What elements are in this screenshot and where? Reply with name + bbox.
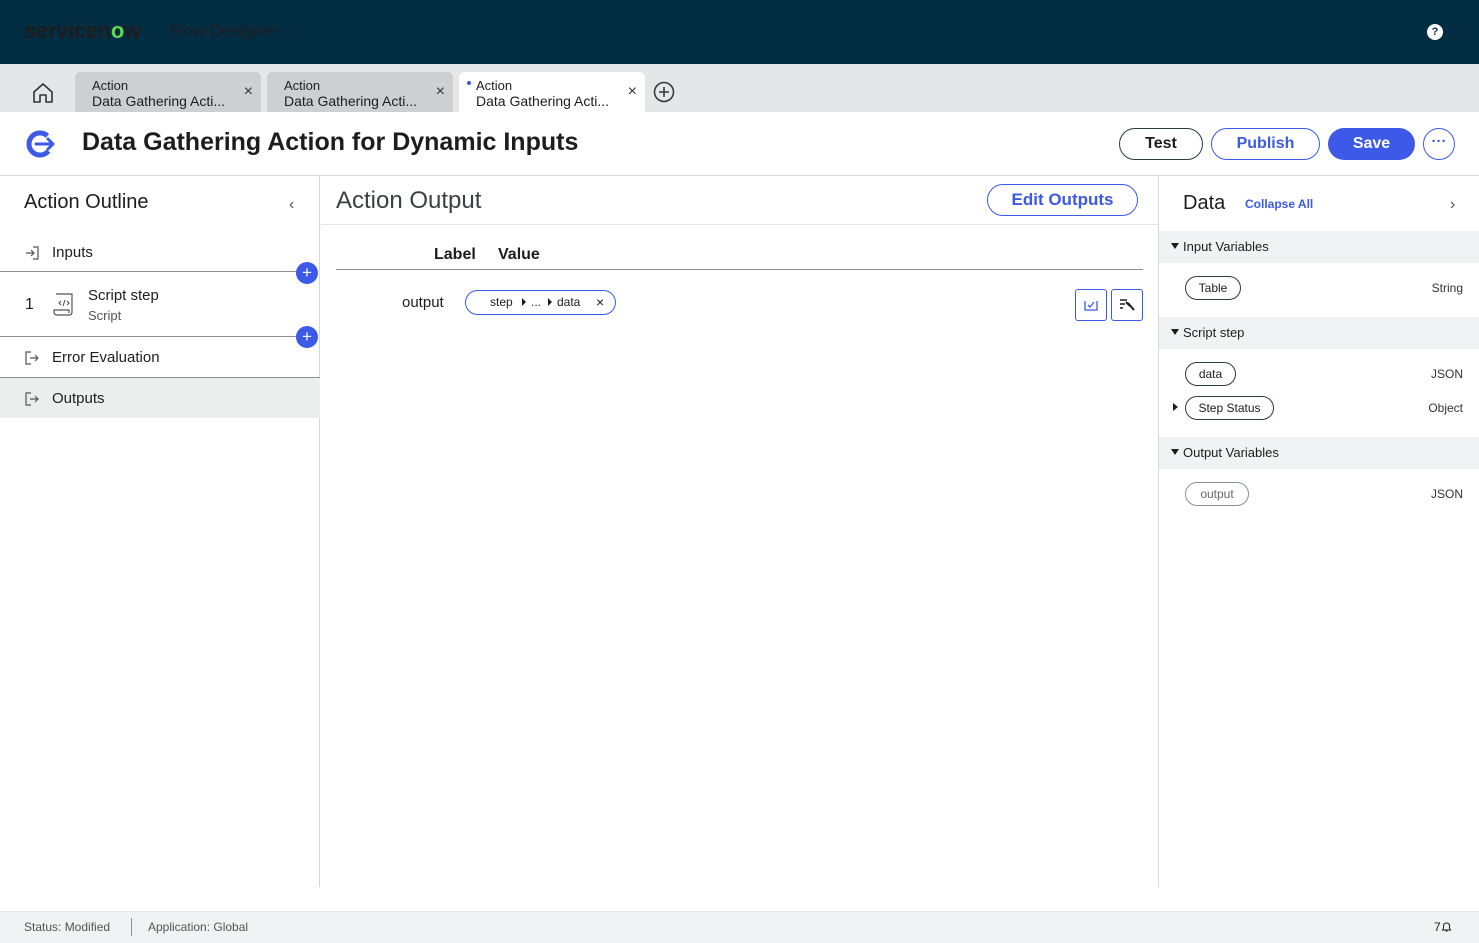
column-header-label: Label: [434, 246, 476, 263]
collapse-left-icon[interactable]: ‹: [289, 196, 294, 214]
tab-title: Data Gathering Acti...: [476, 93, 610, 109]
notification-count: 7: [1434, 920, 1441, 934]
script-icon: [1084, 301, 1098, 311]
data-type: String: [1431, 281, 1463, 295]
step-type-label: Script: [88, 308, 122, 323]
edit-outputs-button[interactable]: Edit Outputs: [987, 184, 1138, 216]
remove-pill-icon[interactable]: ×: [596, 294, 604, 310]
pill-picker-icon: [1120, 299, 1135, 311]
output-value-pill[interactable]: step ... data ×: [465, 290, 616, 315]
divider: [336, 269, 1143, 270]
back-arrow-icon[interactable]: [26, 130, 56, 158]
close-tab-icon[interactable]: ×: [244, 84, 253, 100]
help-icon[interactable]: ?: [1427, 24, 1443, 40]
outline-item-inputs[interactable]: Inputs: [52, 244, 93, 261]
collapse-right-icon[interactable]: ›: [1450, 196, 1455, 214]
divider: [131, 918, 132, 936]
section-output-variables[interactable]: Output Variables: [1159, 437, 1479, 469]
divider: [0, 271, 306, 272]
section-input-variables[interactable]: Input Variables: [1159, 231, 1479, 263]
divider: [321, 224, 1158, 225]
data-pill-data[interactable]: data: [1185, 362, 1236, 386]
tab-type: Action: [92, 78, 129, 93]
action-outline-panel: [0, 176, 320, 887]
tab-title: Data Gathering Acti...: [284, 93, 418, 109]
chevron-right-icon: [522, 298, 526, 306]
tab-type: Action: [284, 78, 321, 93]
chevron-right-icon: [548, 298, 552, 306]
script-toggle-button[interactable]: [1075, 289, 1107, 321]
data-type: Object: [1428, 401, 1463, 415]
application-text: Application: Global: [148, 920, 249, 934]
outline-title: Action Outline: [24, 191, 149, 213]
section-label: Output Variables: [1183, 445, 1279, 460]
bell-icon: [1441, 922, 1452, 932]
outline-item-outputs-row[interactable]: [0, 378, 320, 418]
error-evaluation-icon: [25, 351, 39, 365]
data-pill-output[interactable]: output: [1185, 482, 1249, 506]
step-number: 1: [25, 296, 34, 313]
tab-action-3-active[interactable]: Action Data Gathering Acti... ×: [459, 72, 645, 112]
tab-type: Action: [476, 78, 513, 93]
section-label: Script step: [1183, 325, 1245, 340]
add-step-button[interactable]: +: [296, 262, 318, 284]
action-output-title: Action Output: [336, 187, 482, 214]
add-step-button[interactable]: +: [296, 326, 318, 348]
tab-title: Data Gathering Acti...: [92, 93, 226, 109]
more-options-icon[interactable]: ···: [1423, 128, 1455, 160]
caret-down-icon: [1171, 329, 1179, 335]
caret-right-icon[interactable]: [1173, 403, 1178, 411]
outputs-icon: [25, 392, 39, 406]
product-name: Flow Designer: [169, 21, 278, 40]
servicenow-logo: servicenow: [24, 18, 141, 43]
data-type: JSON: [1430, 487, 1463, 501]
script-step-icon: [53, 293, 73, 316]
test-button[interactable]: Test: [1119, 128, 1203, 160]
save-button[interactable]: Save: [1328, 128, 1415, 160]
caret-down-icon: [1171, 243, 1179, 249]
divider: [0, 336, 306, 337]
section-label: Input Variables: [1183, 239, 1269, 254]
pill-segment: ...: [531, 295, 542, 309]
outline-item-outputs[interactable]: Outputs: [52, 390, 105, 407]
close-tab-icon[interactable]: ×: [436, 84, 445, 100]
page-title: Data Gathering Action for Dynamic Inputs: [82, 128, 579, 156]
home-icon[interactable]: [30, 80, 56, 106]
output-row-label: output: [402, 294, 444, 311]
column-header-value: Value: [498, 246, 540, 263]
data-pill-step-status[interactable]: Step Status: [1185, 396, 1274, 420]
close-tab-icon[interactable]: ×: [628, 84, 637, 100]
status-text: Status: Modified: [24, 920, 111, 934]
tab-action-1[interactable]: Action Data Gathering Acti... ×: [75, 72, 261, 112]
outline-item-script-step[interactable]: Script step: [88, 287, 159, 304]
add-tab-icon[interactable]: [653, 81, 675, 103]
notifications-indicator[interactable]: 7: [1434, 920, 1452, 934]
data-panel-title: Data: [1183, 192, 1226, 214]
caret-down-icon: [1171, 449, 1179, 455]
outline-item-error-evaluation[interactable]: Error Evaluation: [52, 349, 160, 366]
inputs-icon: [26, 246, 39, 260]
pill-segment: step: [490, 295, 513, 309]
data-pill-picker-button[interactable]: [1111, 289, 1143, 321]
data-pill-table[interactable]: Table: [1185, 276, 1241, 300]
section-script-step[interactable]: Script step: [1159, 317, 1479, 349]
tab-action-2[interactable]: Action Data Gathering Acti... ×: [267, 72, 453, 112]
modified-dot-icon: [467, 81, 471, 85]
pill-segment: data: [557, 295, 581, 309]
publish-button[interactable]: Publish: [1211, 128, 1320, 160]
collapse-all-link[interactable]: Collapse All: [1245, 197, 1313, 211]
data-type: JSON: [1430, 367, 1463, 381]
